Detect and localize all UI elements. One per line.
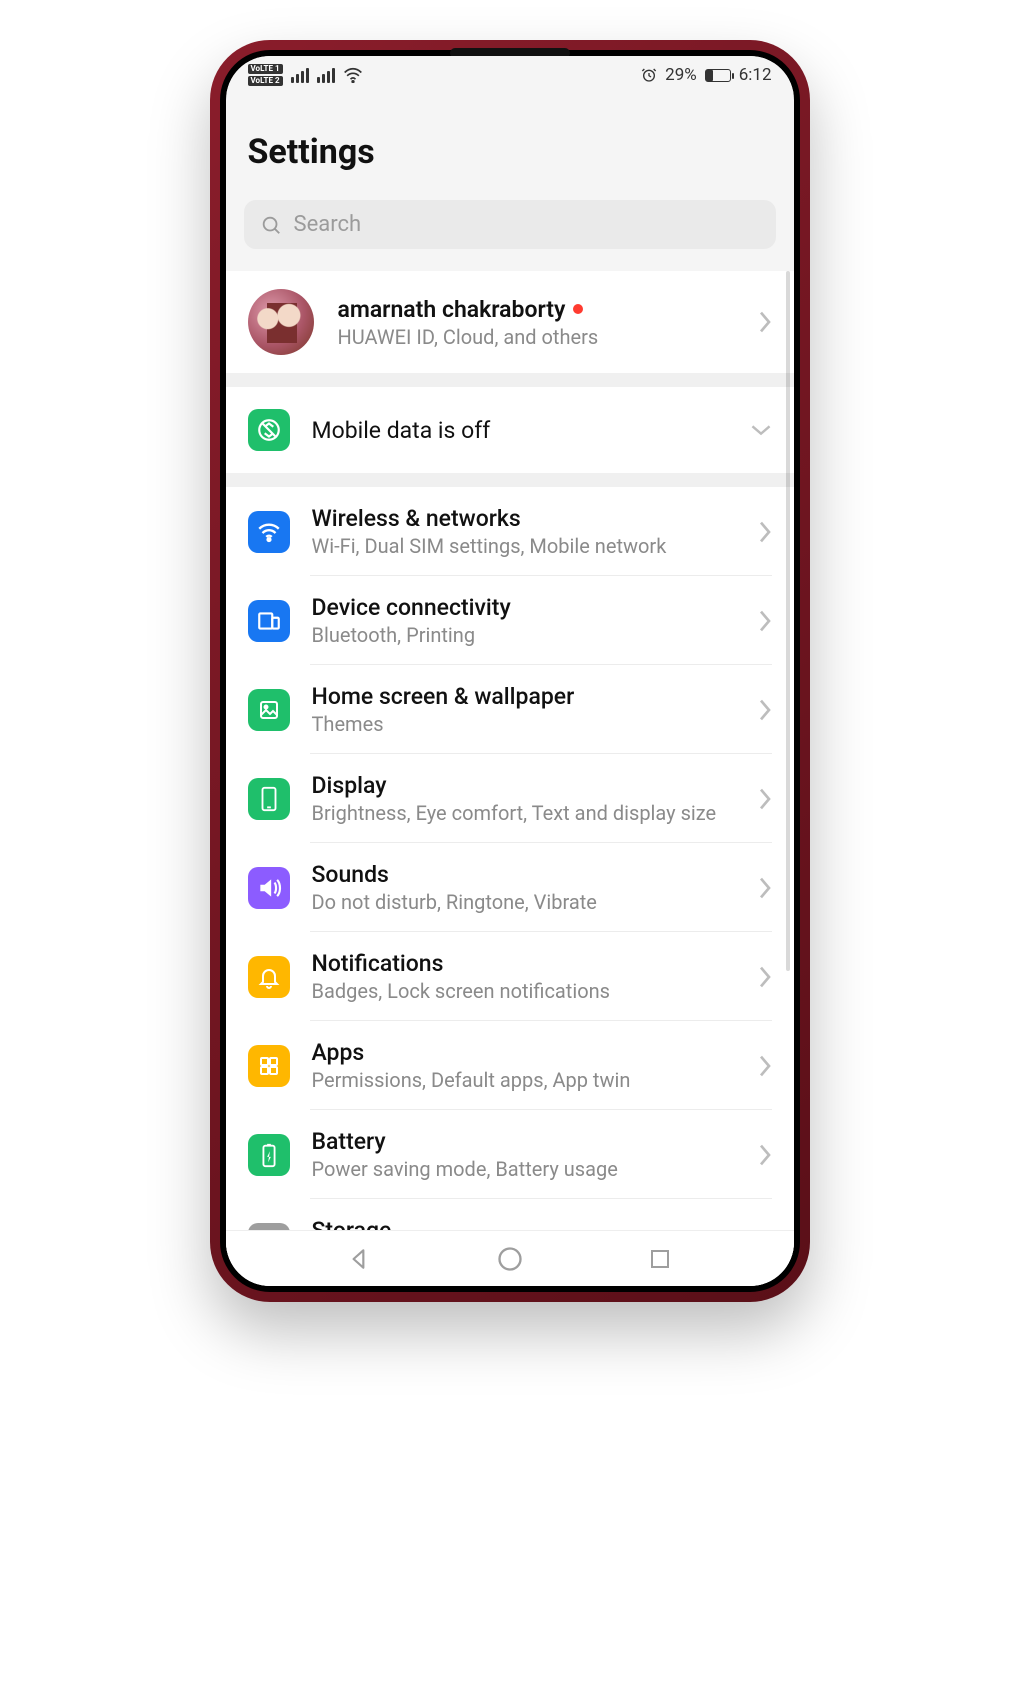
wifi-status-icon [343, 67, 363, 83]
chevron-right-icon [758, 876, 772, 900]
settings-item-sounds[interactable]: SoundsDo not disturb, Ringtone, Vibrate [226, 843, 794, 932]
notification-dot-icon [573, 304, 583, 314]
status-right: 29% 6:12 [641, 65, 771, 85]
section-gap [226, 373, 794, 387]
item-text: SoundsDo not disturb, Ringtone, Vibrate [312, 861, 736, 914]
sound-icon [248, 867, 290, 909]
bell-icon [248, 956, 290, 998]
nav-back-button[interactable] [342, 1242, 376, 1276]
item-subtitle: Brightness, Eye comfort, Text and displa… [312, 801, 736, 825]
alarm-icon [641, 67, 657, 83]
chevron-right-icon [758, 787, 772, 811]
image-icon [248, 689, 290, 731]
settings-item-notifications[interactable]: NotificationsBadges, Lock screen notific… [226, 932, 794, 1021]
settings-item-battery[interactable]: BatteryPower saving mode, Battery usage [226, 1110, 794, 1199]
android-navbar [226, 1230, 794, 1286]
status-bar: VoLTE 1VoLTE 2 29% 6:12 [226, 56, 794, 94]
account-text: amarnath chakraborty HUAWEI ID, Cloud, a… [338, 296, 734, 349]
settings-item-apps[interactable]: AppsPermissions, Default apps, App twin [226, 1021, 794, 1110]
battery-percent: 29% [665, 65, 697, 85]
page-title: Settings [226, 94, 794, 200]
devices-icon [248, 600, 290, 642]
item-title: Display [312, 772, 736, 799]
item-title: Wireless & networks [312, 505, 736, 532]
search-placeholder: Search [294, 212, 362, 237]
search-icon [260, 214, 282, 236]
settings-item-display[interactable]: DisplayBrightness, Eye comfort, Text and… [226, 754, 794, 843]
avatar [248, 289, 314, 355]
nav-home-button[interactable] [493, 1242, 527, 1276]
phone-frame: VoLTE 1VoLTE 2 29% 6:12 Settings Search [210, 40, 810, 1302]
chevron-right-icon [758, 1143, 772, 1167]
settings-item-wireless-networks[interactable]: Wireless & networksWi-Fi, Dual SIM setti… [226, 487, 794, 576]
clock: 6:12 [739, 65, 772, 85]
signal-sim2-icon [317, 68, 335, 83]
search-input[interactable]: Search [244, 200, 776, 249]
item-subtitle: Power saving mode, Battery usage [312, 1157, 736, 1181]
item-subtitle: Permissions, Default apps, App twin [312, 1068, 736, 1092]
mobile-data-label: Mobile data is off [312, 417, 728, 444]
item-title: Battery [312, 1128, 736, 1155]
item-text: Wireless & networksWi-Fi, Dual SIM setti… [312, 505, 736, 558]
settings-item-home-screen-wallpaper[interactable]: Home screen & wallpaperThemes [226, 665, 794, 754]
scrollbar[interactable] [786, 271, 790, 971]
volte-indicator: VoLTE 1VoLTE 2 [248, 64, 283, 86]
phone-icon [248, 778, 290, 820]
item-subtitle: Badges, Lock screen notifications [312, 979, 736, 1003]
item-text: BatteryPower saving mode, Battery usage [312, 1128, 736, 1181]
account-subtitle: HUAWEI ID, Cloud, and others [338, 325, 734, 349]
chevron-right-icon [758, 1054, 772, 1078]
section-gap [226, 473, 794, 487]
settings-list: Wireless & networksWi-Fi, Dual SIM setti… [226, 487, 794, 1286]
account-name: amarnath chakraborty [338, 296, 566, 323]
mobile-data-row[interactable]: Mobile data is off [226, 387, 794, 473]
item-text: NotificationsBadges, Lock screen notific… [312, 950, 736, 1003]
battery-icon [248, 1134, 290, 1176]
item-subtitle: Do not disturb, Ringtone, Vibrate [312, 890, 736, 914]
item-subtitle: Bluetooth, Printing [312, 623, 736, 647]
item-text: Device connectivityBluetooth, Printing [312, 594, 736, 647]
wifi-icon [248, 511, 290, 553]
nav-recent-button[interactable] [643, 1242, 677, 1276]
account-row[interactable]: amarnath chakraborty HUAWEI ID, Cloud, a… [226, 271, 794, 373]
status-left: VoLTE 1VoLTE 2 [248, 64, 363, 86]
item-title: Device connectivity [312, 594, 736, 621]
item-title: Sounds [312, 861, 736, 888]
chevron-right-icon [758, 698, 772, 722]
item-text: AppsPermissions, Default apps, App twin [312, 1039, 736, 1092]
chevron-right-icon [758, 609, 772, 633]
item-title: Notifications [312, 950, 736, 977]
item-subtitle: Themes [312, 712, 736, 736]
chevron-right-icon [758, 965, 772, 989]
chevron-right-icon [758, 520, 772, 544]
chevron-right-icon [758, 310, 772, 334]
chevron-down-icon [750, 423, 772, 437]
battery-icon [705, 69, 731, 82]
item-title: Home screen & wallpaper [312, 683, 736, 710]
screen-bezel: VoLTE 1VoLTE 2 29% 6:12 Settings Search [220, 50, 800, 1292]
settings-item-device-connectivity[interactable]: Device connectivityBluetooth, Printing [226, 576, 794, 665]
mobile-data-off-icon [248, 409, 290, 451]
grid-icon [248, 1045, 290, 1087]
screen: VoLTE 1VoLTE 2 29% 6:12 Settings Search [226, 56, 794, 1286]
item-text: DisplayBrightness, Eye comfort, Text and… [312, 772, 736, 825]
item-title: Apps [312, 1039, 736, 1066]
signal-sim1-icon [291, 68, 309, 83]
item-subtitle: Wi-Fi, Dual SIM settings, Mobile network [312, 534, 736, 558]
item-text: Home screen & wallpaperThemes [312, 683, 736, 736]
